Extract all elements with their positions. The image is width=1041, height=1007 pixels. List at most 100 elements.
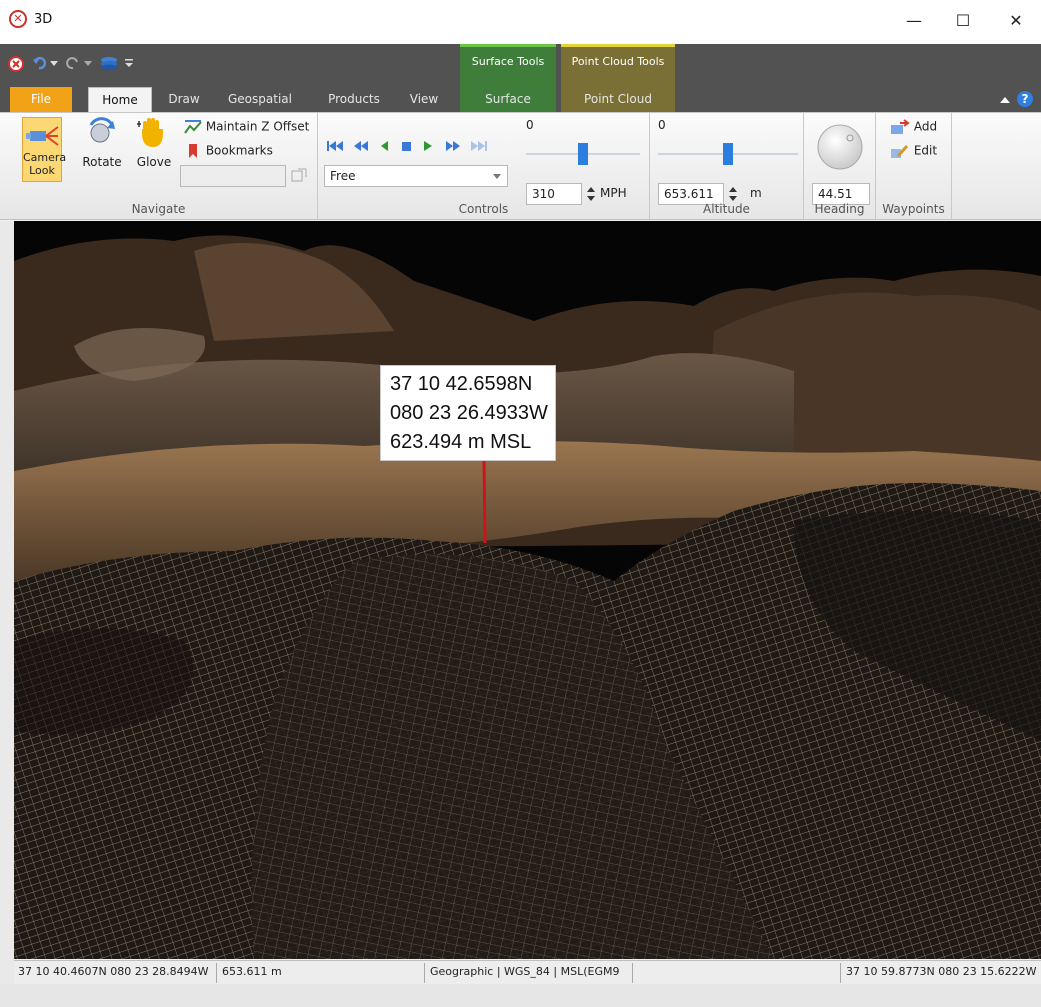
fast-forward-icon[interactable]: [444, 139, 462, 153]
bottom-bar: [0, 984, 1041, 1007]
measurement-line: [482, 460, 487, 544]
rotate-button[interactable]: Rotate: [80, 117, 124, 182]
altitude-unit-label: m: [750, 186, 762, 200]
help-icon[interactable]: ?: [1016, 90, 1034, 108]
play-icon[interactable]: [422, 139, 434, 153]
app-icon[interactable]: ✕: [9, 10, 27, 28]
status-divider: [424, 963, 425, 983]
controls-group-label: Controls: [458, 202, 509, 216]
navigate-group-label: Navigate: [131, 202, 186, 216]
speed-slider-thumb[interactable]: [578, 143, 588, 165]
step-back-icon[interactable]: [378, 139, 390, 153]
navigate-group: Camera Look Rotate Glove Maintain Z Offs…: [0, 113, 318, 219]
speed-min-label: 0: [526, 118, 534, 132]
point-latitude: 37 10 42.6598N: [390, 373, 533, 395]
glove-icon: [137, 118, 163, 147]
tab-view[interactable]: View: [398, 87, 450, 112]
tab-point-cloud[interactable]: Point Cloud: [561, 87, 675, 112]
quick-access-toolbar: [0, 44, 460, 87]
surface-tools-context: Surface Tools: [460, 44, 556, 87]
ribbon-panel: Camera Look Rotate Glove Maintain Z Offs…: [0, 112, 1041, 220]
maintain-z-offset-button[interactable]: Maintain Z Offset: [184, 119, 309, 135]
navigation-mode-select[interactable]: Free: [324, 165, 508, 187]
altitude-min-label: 0: [658, 118, 666, 132]
controls-group: Free 0 310 MPH Controls: [318, 113, 650, 219]
bookmark-name-field[interactable]: [180, 165, 286, 187]
point-cloud-scene: [14, 221, 1041, 959]
tab-file[interactable]: File: [10, 87, 72, 112]
status-cursor-coords: 37 10 40.4607N 080 23 28.8494W: [18, 965, 209, 978]
point-info-label: 37 10 42.6598N 080 23 26.4933W 623.494 m…: [380, 365, 556, 461]
glove-label: Glove: [136, 155, 172, 169]
heading-value: 44.51: [818, 187, 853, 201]
speed-value: 310: [532, 187, 555, 201]
bookmarks-label: Bookmarks: [205, 143, 273, 158]
add-waypoint-label: Add: [913, 119, 938, 134]
maximize-button[interactable]: ☐: [947, 8, 979, 34]
status-divider: [840, 963, 841, 983]
camera-look-button[interactable]: Camera Look: [22, 117, 67, 182]
chevron-down-icon: [493, 174, 501, 179]
altitude-value: 653.611: [664, 187, 714, 201]
edit-waypoint-button[interactable]: Edit: [890, 143, 937, 159]
goto-bookmark-icon[interactable]: [290, 167, 310, 185]
window-title: 3D: [34, 12, 53, 27]
skip-to-end-icon[interactable]: [470, 139, 488, 153]
svg-text:?: ?: [1022, 92, 1029, 106]
add-waypoint-icon: [891, 119, 910, 134]
app-menu-icon[interactable]: [8, 56, 24, 72]
tab-home[interactable]: Home: [88, 87, 152, 112]
rotate-label: Rotate: [82, 155, 122, 169]
status-divider: [632, 963, 633, 983]
layers-icon[interactable]: [100, 56, 118, 70]
tab-geospatial[interactable]: Geospatial: [218, 87, 302, 112]
collapse-ribbon-icon[interactable]: [1000, 96, 1010, 104]
minimize-button[interactable]: —: [898, 8, 930, 34]
status-camera-coords: 37 10 59.8773N 080 23 15.6222W: [846, 965, 1037, 978]
point-cloud-tools-context: Point Cloud Tools: [561, 44, 675, 87]
tab-draw[interactable]: Draw: [156, 87, 212, 112]
3d-viewport[interactable]: [14, 221, 1041, 959]
bookmarks-button[interactable]: Bookmarks: [184, 143, 273, 159]
heading-dial-icon[interactable]: [816, 123, 864, 171]
edit-waypoint-label: Edit: [913, 143, 938, 158]
redo-icon[interactable]: [66, 56, 80, 70]
altitude-group: 0 653.611 m Altitude: [650, 113, 804, 219]
status-projection: Geographic | WGS_84 | MSL(EGM9: [430, 965, 620, 978]
waypoints-group-label: Waypoints: [882, 202, 945, 216]
chevron-down-icon[interactable]: [50, 61, 58, 67]
close-button[interactable]: ✕: [1000, 8, 1032, 34]
title-bar: ✕ 3D — ☐ ✕: [0, 0, 1041, 45]
tab-products[interactable]: Products: [318, 87, 390, 112]
ribbon-tabs: File Home Draw Geospatial Products View …: [0, 87, 1041, 112]
heading-group-label: Heading: [814, 202, 865, 216]
waypoints-group: Add Edit Waypoints: [876, 113, 952, 219]
altitude-group-label: Altitude: [703, 202, 750, 216]
camera-look-icon: [26, 126, 59, 146]
left-edge: [0, 221, 14, 984]
navigation-mode-value: Free: [330, 169, 356, 183]
tab-surface[interactable]: Surface: [460, 87, 556, 112]
rotate-icon: [89, 117, 115, 143]
status-divider: [216, 963, 217, 983]
heading-group: 44.51 Heading: [804, 113, 876, 219]
edit-waypoint-icon: [891, 144, 909, 158]
ribbon: Surface Tools Point Cloud Tools File Hom…: [0, 44, 1041, 220]
point-longitude: 080 23 26.4933W: [390, 402, 548, 424]
customize-qat-icon[interactable]: [124, 56, 134, 70]
chevron-down-icon[interactable]: [84, 61, 92, 67]
stop-icon[interactable]: [400, 139, 414, 153]
skip-to-start-icon[interactable]: [326, 139, 344, 153]
altitude-spinner-icon[interactable]: [728, 185, 738, 203]
speed-spinner-icon[interactable]: [586, 185, 596, 203]
altitude-slider-thumb[interactable]: [723, 143, 733, 165]
camera-look-label: Camera Look: [23, 151, 67, 177]
point-elevation: 623.494 m MSL: [390, 431, 532, 453]
add-waypoint-button[interactable]: Add: [890, 119, 937, 135]
undo-icon[interactable]: [32, 56, 46, 70]
status-bar: 37 10 40.4607N 080 23 28.8494W 653.611 m…: [14, 960, 1041, 985]
speed-unit-label: MPH: [600, 186, 627, 200]
glove-button[interactable]: Glove: [132, 117, 176, 182]
rewind-icon[interactable]: [352, 139, 370, 153]
maintain-z-offset-label: Maintain Z Offset: [205, 119, 310, 134]
